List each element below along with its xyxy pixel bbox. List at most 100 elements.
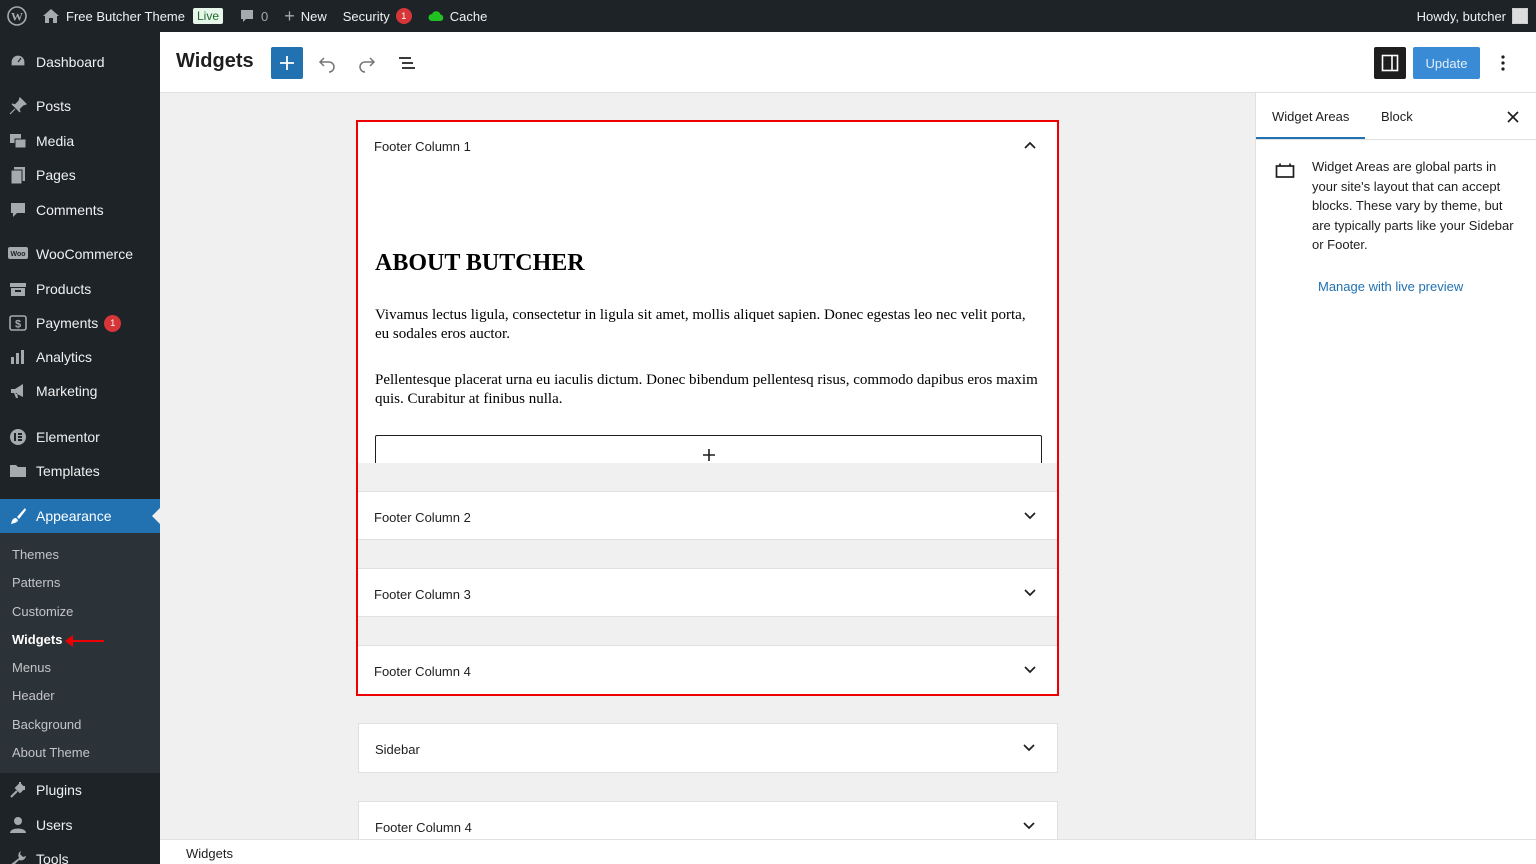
add-block-button[interactable] (271, 47, 303, 79)
chevron-down-icon[interactable] (1018, 658, 1042, 682)
submenu-item-header[interactable]: Header (12, 688, 55, 703)
menu-label: Analytics (36, 349, 93, 365)
menu-item-analytics[interactable]: Analytics (0, 340, 160, 374)
home-icon (42, 8, 60, 24)
submenu-item-patterns[interactable]: Patterns (12, 575, 60, 590)
widget-area-title: Footer Column 3 (374, 587, 471, 602)
vertical-ellipsis-icon (1501, 55, 1505, 71)
menu-item-plugins[interactable]: Plugins (0, 773, 160, 807)
menu-label: Comments (36, 202, 104, 218)
menu-item-dashboard[interactable]: Dashboard (0, 45, 160, 79)
widget-area-footer-column-4-duplicate[interactable]: Footer Column 4 (358, 801, 1058, 839)
chevron-down-icon[interactable] (1017, 814, 1041, 838)
widget-area-sidebar[interactable]: Sidebar (358, 723, 1058, 773)
paintbrush-icon (8, 506, 28, 526)
about-paragraph-2[interactable]: Pellentesque placerat urna eu iaculis di… (375, 371, 1040, 409)
menu-label: Products (36, 281, 92, 297)
avatar (1512, 8, 1528, 24)
menu-item-marketing[interactable]: Marketing (0, 374, 160, 408)
submenu-item-customize[interactable]: Customize (12, 604, 73, 619)
menu-label: Appearance (36, 508, 112, 524)
live-badge: Live (192, 8, 223, 24)
security-link[interactable]: Security 1 (335, 0, 420, 32)
widget-areas-description: Widget Areas are global parts in your si… (1312, 159, 1514, 252)
about-heading[interactable]: ABOUT BUTCHER (375, 250, 585, 277)
widget-area-footer-column-2[interactable]: Footer Column 2 (358, 491, 1058, 540)
redo-icon (359, 57, 376, 73)
menu-label: Templates (36, 463, 100, 479)
menu-item-products[interactable]: Products (0, 272, 160, 306)
active-tab-indicator (1256, 137, 1365, 139)
submenu-item-about-theme[interactable]: About Theme (12, 745, 90, 760)
menu-label: Tools (36, 851, 69, 864)
menu-item-comments[interactable]: Comments (0, 193, 160, 227)
more-options-button[interactable] (1491, 51, 1515, 75)
widget-area-title: Footer Column 4 (375, 820, 472, 835)
menu-label: Posts (36, 98, 72, 114)
folder-icon (8, 461, 28, 481)
pushpin-icon (8, 96, 28, 116)
tab-block[interactable]: Block (1381, 109, 1413, 124)
breadcrumb[interactable]: Widgets (186, 846, 233, 861)
menu-label: Dashboard (36, 54, 105, 70)
widget-area-footer-column-4[interactable]: Footer Column 4 (358, 645, 1058, 696)
editor-canvas: Footer Column 1 ABOUT BUTCHER Vivamus le… (160, 93, 1255, 839)
site-name-link[interactable]: Free Butcher Theme Live (34, 0, 231, 32)
tab-widget-areas[interactable]: Widget Areas (1272, 109, 1349, 124)
chevron-down-icon[interactable] (1018, 581, 1042, 605)
submenu-item-background[interactable]: Background (12, 717, 81, 732)
cache-link[interactable]: Cache (420, 0, 496, 32)
manage-live-preview-link[interactable]: Manage with live preview (1318, 279, 1463, 294)
chevron-up-icon[interactable] (1018, 133, 1042, 157)
update-button[interactable]: Update (1413, 47, 1480, 79)
chevron-down-icon[interactable] (1017, 736, 1041, 760)
submenu-item-themes[interactable]: Themes (12, 547, 59, 562)
area-separator (358, 540, 1058, 568)
user-account-link[interactable]: Howdy, butcher (1409, 0, 1536, 32)
menu-item-posts[interactable]: Posts (0, 89, 160, 123)
comments-link[interactable]: 0 (231, 0, 276, 32)
comments-count: 0 (261, 8, 269, 24)
sidebar-toggle-icon (1381, 54, 1399, 72)
admin-menu: Dashboard Posts Media Pages Comments Woo… (0, 32, 160, 864)
list-view-icon (399, 57, 415, 69)
bar-chart-icon (8, 347, 28, 367)
elementor-icon (8, 427, 28, 447)
wordpress-logo-icon[interactable]: W (0, 0, 34, 32)
about-paragraph-1[interactable]: Vivamus lectus ligula, consectetur in li… (375, 306, 1040, 344)
svg-text:$: $ (15, 319, 21, 331)
pages-icon (8, 165, 28, 185)
submenu-item-menus[interactable]: Menus (12, 660, 51, 675)
close-sidebar-button[interactable] (1501, 105, 1525, 129)
settings-toggle-button[interactable] (1374, 47, 1406, 79)
new-content-link[interactable]: + New (276, 0, 335, 32)
submenu-item-widgets[interactable]: Widgets (12, 632, 62, 647)
undo-button[interactable] (315, 51, 339, 75)
menu-item-elementor[interactable]: Elementor (0, 420, 160, 454)
menu-item-tools[interactable]: Tools (0, 842, 160, 864)
chevron-down-icon[interactable] (1018, 504, 1042, 528)
menu-item-woocommerce[interactable]: Woo WooCommerce (0, 237, 160, 271)
menu-item-appearance[interactable]: Appearance (0, 499, 160, 533)
comment-icon (239, 8, 255, 24)
widget-area-title[interactable]: Footer Column 1 (374, 139, 471, 154)
close-icon (1507, 111, 1519, 123)
menu-item-payments[interactable]: $ Payments 1 (0, 306, 160, 340)
editor-header: Widgets Update (160, 32, 1536, 93)
annotation-arrow-widgets (65, 635, 104, 647)
plus-icon (702, 449, 715, 461)
svg-text:W: W (11, 10, 23, 24)
widget-area-footer-column-1: Footer Column 1 ABOUT BUTCHER Vivamus le… (358, 122, 1058, 475)
widget-area-title: Footer Column 4 (374, 664, 471, 679)
menu-item-pages[interactable]: Pages (0, 158, 160, 192)
menu-item-users[interactable]: Users (0, 808, 160, 842)
menu-label: Plugins (36, 782, 82, 798)
widget-area-footer-column-3[interactable]: Footer Column 3 (358, 568, 1058, 617)
menu-item-templates[interactable]: Templates (0, 454, 160, 488)
site-name: Free Butcher Theme (66, 8, 185, 24)
menu-label: Elementor (36, 429, 100, 445)
list-view-button[interactable] (395, 51, 419, 75)
menu-item-media[interactable]: Media (0, 124, 160, 158)
redo-button[interactable] (355, 51, 379, 75)
widget-area-title: Footer Column 2 (374, 510, 471, 525)
